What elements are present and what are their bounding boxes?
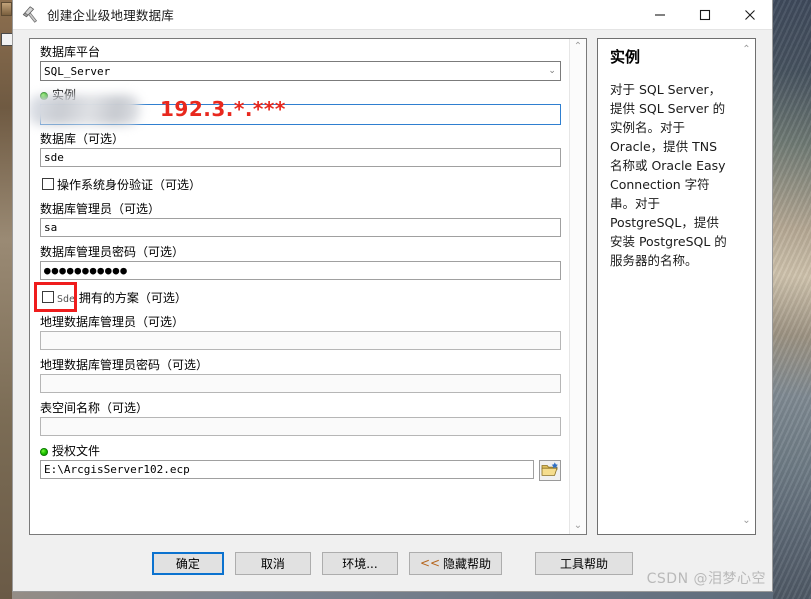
create-enterprise-geodatabase-dialog: 创建企业级地理数据库 数据库平台 SQL_Server ⌄ 实例 — [12, 0, 773, 592]
help-content: 实例 对于 SQL Server，提供 SQL Server 的实例名。对于 O… — [598, 39, 738, 534]
desktop-left-strip — [0, 0, 14, 599]
instance-annotation: 192.3.*.*** — [160, 97, 286, 121]
parameters-scroll-area: 数据库平台 SQL_Server ⌄ 实例 192.3.*.*** 数据库（可选… — [30, 39, 569, 534]
maximize-button[interactable] — [682, 0, 727, 29]
label-database: 数据库（可选） — [40, 132, 125, 146]
help-panel: 实例 对于 SQL Server，提供 SQL Server 的实例名。对于 O… — [596, 38, 756, 535]
database-platform-value: SQL_Server — [44, 64, 111, 78]
gdb-admin-password-input[interactable] — [40, 374, 561, 393]
desktop-wallpaper-right — [773, 0, 811, 599]
desktop-icon-folder[interactable] — [1, 2, 12, 16]
database-input[interactable]: sde — [40, 148, 561, 167]
parameters-panel: 数据库平台 SQL_Server ⌄ 实例 192.3.*.*** 数据库（可选… — [29, 38, 587, 535]
double-left-arrow-icon: << — [419, 556, 441, 570]
sde-schema-label-prefix: Sde — [57, 293, 76, 305]
label-gdb-admin-password: 地理数据库管理员密码（可选） — [40, 358, 209, 372]
dialog-footer: 确定 取消 环境... << 隐藏帮助 工具帮助 CSDN @泪梦心空 — [13, 535, 772, 591]
help-scrollbar[interactable]: ⌃ ⌄ — [738, 39, 755, 534]
db-admin-input[interactable]: sa — [40, 218, 561, 237]
help-body-text: 对于 SQL Server，提供 SQL Server 的实例名。对于 Orac… — [609, 81, 727, 268]
label-database-platform: 数据库平台 — [40, 45, 101, 59]
license-file-input[interactable]: E:\ArcgisServer102.ecp — [40, 460, 534, 479]
required-dot-icon — [40, 448, 48, 456]
minimize-button[interactable] — [637, 0, 682, 29]
tool-help-button[interactable]: 工具帮助 — [535, 551, 634, 575]
hammer-icon — [21, 5, 41, 25]
label-license-file-text: 授权文件 — [52, 444, 101, 458]
instance-field-row: 192.3.*.*** — [30, 95, 561, 126]
parameters-scrollbar[interactable]: ⌃ ⌄ — [568, 39, 586, 534]
close-button[interactable] — [727, 0, 772, 29]
label-gdb-admin: 地理数据库管理员（可选） — [40, 315, 185, 329]
open-folder-icon[interactable] — [538, 460, 561, 481]
chevron-down-icon: ⌄ — [548, 66, 556, 76]
hide-help-button[interactable]: << 隐藏帮助 — [408, 551, 503, 575]
license-file-row: E:\ArcgisServer102.ecp — [40, 460, 561, 481]
sde-schema-checkbox[interactable] — [42, 291, 54, 303]
gdb-admin-input[interactable] — [40, 331, 561, 350]
dialog-body: 数据库平台 SQL_Server ⌄ 实例 192.3.*.*** 数据库（可选… — [13, 30, 772, 535]
scroll-down-icon[interactable]: ⌄ — [742, 516, 750, 526]
tablespace-input[interactable] — [40, 417, 561, 436]
label-license-file: 授权文件 — [40, 444, 561, 459]
db-admin-password-input[interactable]: ●●●●●●●●●●● — [40, 261, 561, 280]
os-auth-checkbox[interactable] — [42, 178, 54, 190]
hide-help-label: 隐藏帮助 — [443, 556, 492, 571]
scroll-down-icon[interactable]: ⌄ — [574, 521, 582, 531]
sde-schema-label-suffix: 拥有的方案（可选） — [78, 290, 187, 305]
environments-button[interactable]: 环境... — [321, 551, 398, 575]
cancel-button[interactable]: 取消 — [234, 551, 311, 575]
help-title: 实例 — [609, 48, 640, 66]
scroll-up-icon[interactable]: ⌃ — [742, 45, 750, 55]
ok-button[interactable]: 确定 — [151, 551, 224, 575]
sde-schema-row[interactable]: Sde 拥有的方案（可选） — [34, 282, 561, 312]
scroll-up-icon[interactable]: ⌃ — [574, 42, 582, 52]
label-tablespace: 表空间名称（可选） — [40, 401, 149, 415]
label-db-admin-password: 数据库管理员密码（可选） — [40, 245, 185, 259]
instance-value-blurred — [30, 95, 140, 125]
watermark: CSDN @泪梦心空 — [646, 571, 766, 587]
database-platform-select[interactable]: SQL_Server ⌄ — [40, 61, 561, 81]
window-titlebar[interactable]: 创建企业级地理数据库 — [13, 0, 772, 30]
os-auth-row[interactable]: 操作系统身份验证（可选） — [42, 175, 561, 193]
os-auth-label: 操作系统身份验证（可选） — [57, 177, 202, 192]
window-title: 创建企业级地理数据库 — [47, 8, 175, 23]
sde-schema-label: Sde 拥有的方案（可选） — [57, 289, 187, 306]
label-db-admin: 数据库管理员（可选） — [40, 202, 161, 216]
